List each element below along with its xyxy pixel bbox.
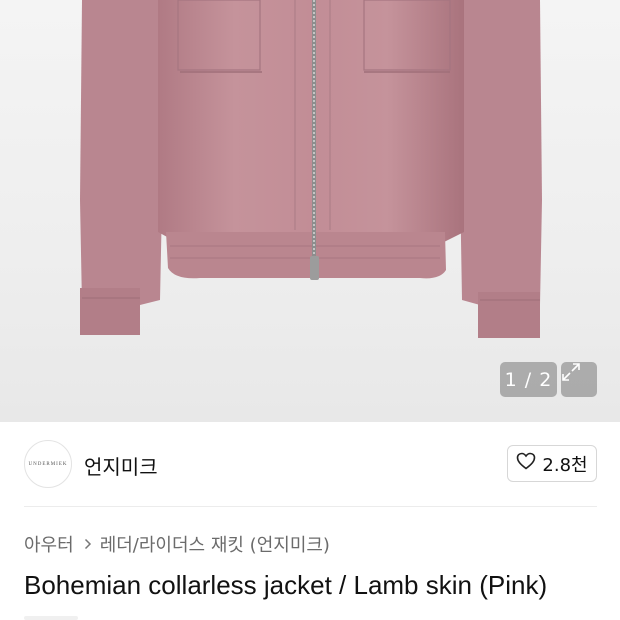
expand-button[interactable] bbox=[561, 362, 597, 397]
like-count: 2.8천 bbox=[542, 454, 588, 476]
like-button[interactable]: 2.8천 bbox=[507, 445, 597, 482]
jacket-illustration bbox=[80, 0, 542, 338]
product-page: 1 / 2 UNDERMIEK 언지미크 2.8천 아우터 레더/라이더스 재킷… bbox=[0, 0, 620, 620]
breadcrumb: 아우터 레더/라이더스 재킷 (언지미크) bbox=[24, 531, 330, 557]
brand-row: UNDERMIEK 언지미크 2.8천 bbox=[0, 422, 620, 507]
brand-name[interactable]: 언지미크 bbox=[84, 451, 158, 480]
heart-icon bbox=[516, 452, 536, 475]
brand-logo[interactable]: UNDERMIEK bbox=[24, 440, 72, 488]
content-edge bbox=[24, 616, 78, 620]
product-image[interactable]: 1 / 2 bbox=[0, 0, 620, 422]
breadcrumb-item-category[interactable]: 레더/라이더스 재킷 (언지미크) bbox=[100, 531, 330, 557]
breadcrumb-item-outer[interactable]: 아우터 bbox=[24, 531, 74, 557]
product-title: Bohemian collarless jacket / Lamb skin (… bbox=[24, 570, 548, 600]
divider bbox=[24, 506, 597, 507]
brand-logo-text: UNDERMIEK bbox=[28, 461, 68, 467]
image-counter: 1 / 2 bbox=[500, 362, 557, 397]
chevron-right-icon bbox=[84, 538, 92, 550]
